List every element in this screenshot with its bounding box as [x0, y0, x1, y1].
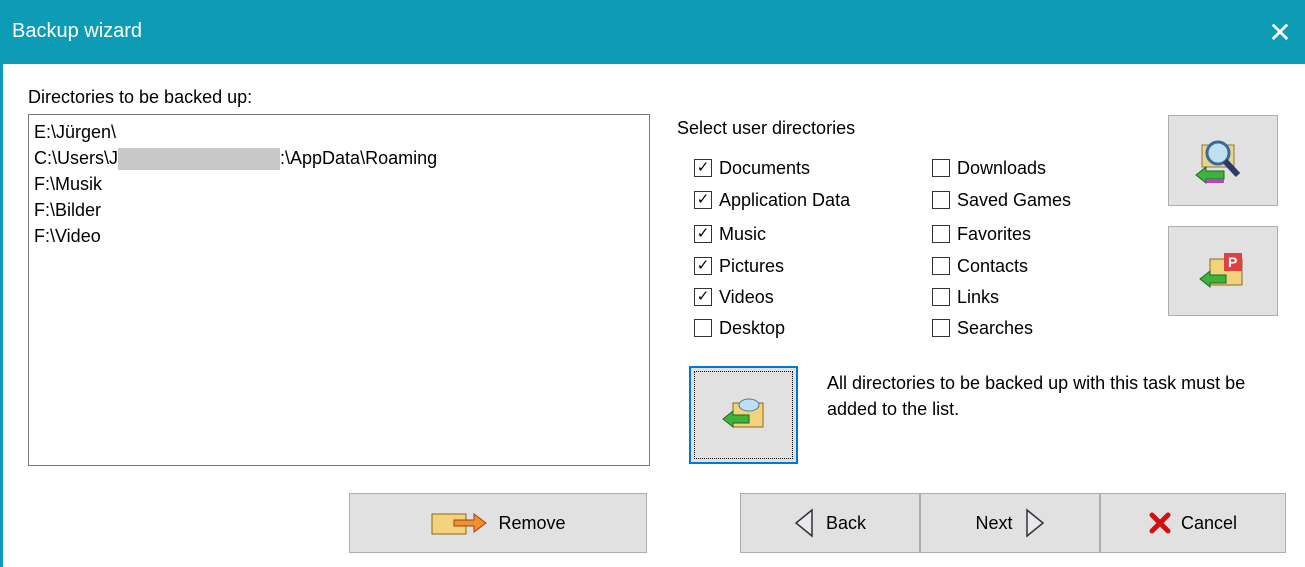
checkbox-documents[interactable]: ✓ Documents [694, 155, 810, 181]
checkbox-label: Saved Games [957, 189, 1072, 210]
remove-button[interactable]: Remove [349, 493, 647, 553]
checkbox-label: Downloads [957, 157, 1047, 178]
checkbox-saved-games[interactable]: Saved Games [932, 187, 1071, 213]
next-button[interactable]: Next [920, 493, 1100, 553]
list-item-prefix: C:\Users\J [34, 148, 119, 168]
checkbox-desktop[interactable]: Desktop [694, 315, 785, 341]
checkbox-application-data[interactable]: ✓ Application Data [694, 187, 850, 213]
focus-rect [694, 371, 793, 459]
checkbox-label: Music [719, 223, 767, 244]
browse-folder-button[interactable] [1168, 115, 1278, 206]
checkbox-music[interactable]: ✓ Music [694, 221, 766, 247]
checkbox-box[interactable] [932, 225, 950, 243]
triangle-left-icon [794, 508, 816, 538]
remove-button-label: Remove [498, 512, 566, 533]
checkbox-pictures[interactable]: ✓ Pictures [694, 253, 784, 279]
list-item[interactable]: E:\Jürgen\ [34, 119, 116, 145]
window-title: Backup wizard [12, 20, 143, 42]
window-border [0, 64, 3, 567]
checkbox-box[interactable]: ✓ [694, 191, 712, 209]
checkbox-favorites[interactable]: Favorites [932, 221, 1031, 247]
checkbox-downloads[interactable]: Downloads [932, 155, 1046, 181]
checkbox-label: Videos [719, 286, 774, 307]
folder-remove-icon [430, 508, 488, 538]
redacted-block [118, 148, 281, 171]
checkbox-label: Desktop [719, 317, 786, 338]
title-bar: Backup wizard ✕ [0, 0, 1305, 64]
instruction-text: All directories to be backed up with thi… [827, 373, 1246, 419]
checkbox-box[interactable] [694, 319, 712, 337]
folder-search-add-icon [1194, 135, 1252, 187]
checkbox-label: Pictures [719, 255, 785, 276]
cancel-button[interactable]: Cancel [1100, 493, 1286, 553]
list-item-suffix: :\AppData\Roaming [280, 148, 438, 168]
back-button-label: Back [825, 512, 867, 533]
special-folder-add-icon: P [1198, 249, 1248, 293]
add-folder-button[interactable] [689, 366, 798, 464]
directories-listbox[interactable]: E:\Jürgen\ C:\Users\J :\AppData\Roaming F… [28, 114, 650, 466]
list-item[interactable]: F:\Musik [34, 171, 102, 197]
special-folder-button[interactable]: P [1168, 226, 1278, 316]
checkbox-box[interactable] [932, 257, 950, 275]
checkbox-box[interactable]: ✓ [694, 159, 712, 177]
checkbox-box[interactable]: ✓ [694, 288, 712, 306]
red-x-icon [1149, 512, 1171, 534]
checkbox-box[interactable] [932, 191, 950, 209]
cancel-button-label: Cancel [1180, 512, 1238, 533]
close-icon: ✕ [1268, 16, 1292, 48]
checkbox-searches[interactable]: Searches [932, 315, 1033, 341]
checkbox-videos[interactable]: ✓ Videos [694, 284, 774, 310]
checkbox-label: Documents [719, 157, 811, 178]
list-item[interactable]: C:\Users\J :\AppData\Roaming [34, 145, 437, 171]
triangle-right-icon [1023, 508, 1045, 538]
list-item[interactable]: F:\Video [34, 223, 101, 249]
checkbox-contacts[interactable]: Contacts [932, 253, 1028, 279]
checkbox-label: Favorites [957, 223, 1032, 244]
checkbox-label: Contacts [957, 255, 1029, 276]
checkbox-box[interactable]: ✓ [694, 257, 712, 275]
user-directories-label: Select user directories [677, 118, 856, 138]
checkbox-box[interactable] [932, 319, 950, 337]
directories-label: Directories to be backed up: [28, 87, 253, 107]
svg-text:P: P [1228, 254, 1237, 270]
checkbox-box[interactable]: ✓ [694, 225, 712, 243]
checkbox-box[interactable] [932, 159, 950, 177]
checkbox-links[interactable]: Links [932, 284, 999, 310]
checkbox-label: Links [957, 286, 1000, 307]
list-item[interactable]: F:\Bilder [34, 197, 101, 223]
checkbox-label: Application Data [719, 189, 851, 210]
back-button[interactable]: Back [740, 493, 920, 553]
next-button-label: Next [975, 512, 1013, 533]
checkbox-label: Searches [957, 317, 1034, 338]
close-button[interactable]: ✕ [1255, 0, 1305, 64]
checkbox-box[interactable] [932, 288, 950, 306]
